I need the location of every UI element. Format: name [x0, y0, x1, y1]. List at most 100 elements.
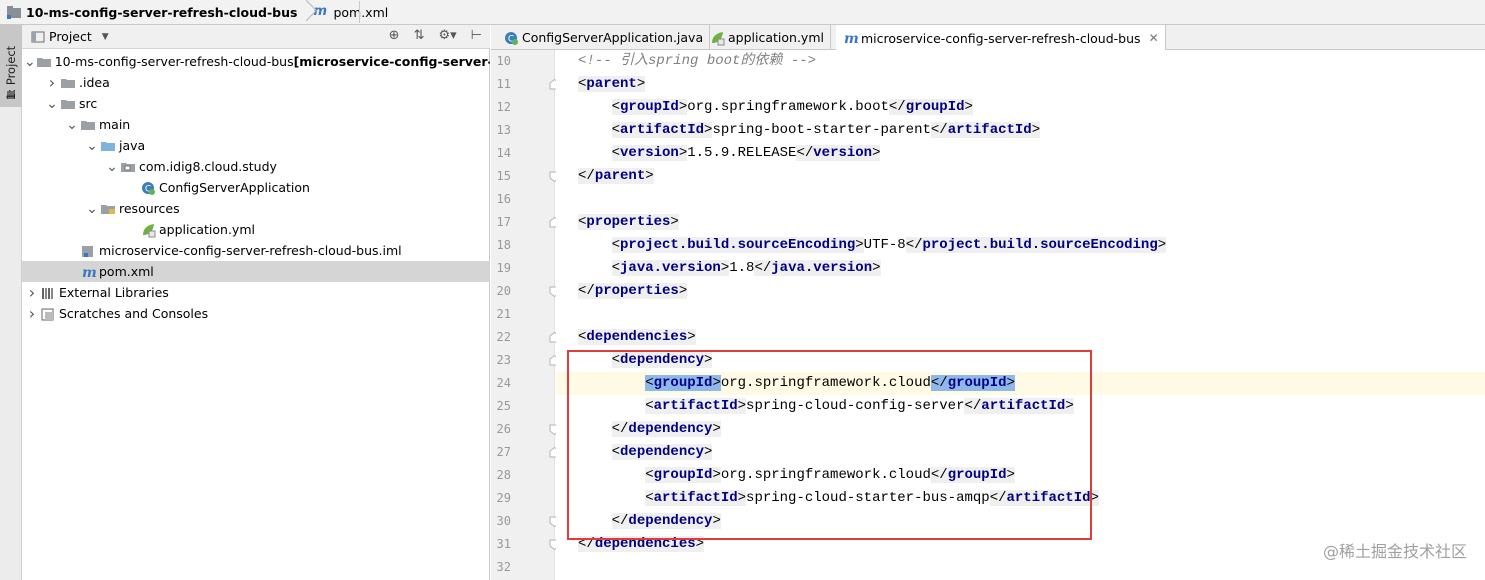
tree-item[interactable]: ⌄ java — [22, 135, 490, 156]
breadcrumb-file[interactable]: m pom.xml — [313, 0, 388, 25]
editor-tab[interactable]: m microservice-config-server-refresh-clou… — [836, 25, 1166, 51]
tree-item-label: .idea — [79, 75, 110, 90]
package-icon — [120, 159, 136, 175]
line-number: 10 — [496, 54, 511, 68]
line-number: 18 — [496, 238, 511, 252]
tree-item[interactable]: m pom.xml — [22, 261, 490, 282]
line-number: 11 — [496, 77, 511, 91]
navigation-bar: 10-ms-config-server-refresh-cloud-bus m … — [0, 0, 1485, 25]
line-number: 27 — [496, 445, 511, 459]
chevron-down-icon[interactable]: ⌄ — [104, 160, 120, 174]
tree-item[interactable]: ⌄ 10-ms-config-server-refresh-cloud-bus [… — [22, 51, 490, 72]
chevron-down-icon[interactable]: ⌄ — [24, 55, 36, 69]
project-view-icon — [30, 29, 46, 45]
code-line[interactable]: <groupId>org.springframework.boot</group… — [556, 96, 1485, 119]
tree-item[interactable]: ⌄ resources — [22, 198, 490, 219]
tree-item-label: ConfigServerApplication — [159, 180, 310, 195]
chevron-right-icon[interactable]: › — [24, 283, 40, 302]
breadcrumb-file-label: pom.xml — [333, 4, 389, 20]
gear-icon[interactable]: ⚙▾ — [438, 28, 456, 43]
highlight-annotation-box — [567, 350, 1092, 540]
editor-tab-label: ConfigServerApplication.java — [522, 30, 704, 45]
iml-icon — [80, 243, 96, 259]
breadcrumb-project-label: 10-ms-config-server-refresh-cloud-bus — [26, 4, 298, 20]
line-number: 24 — [496, 376, 511, 390]
scratches-icon — [40, 306, 56, 322]
tree-item-module-name: [microservice-config-server-refre — [293, 54, 490, 69]
tree-item-label: java — [119, 138, 146, 153]
code-line[interactable]: </parent> — [556, 165, 1485, 188]
line-number: 30 — [496, 514, 511, 528]
code-line[interactable]: <properties> — [556, 211, 1485, 234]
project-panel: Project ▼ ⊕ ⇅ ⚙▾ ⊢ ⌄ 10-ms-config-server-… — [22, 25, 490, 580]
class-icon: C — [140, 180, 156, 196]
code-line[interactable]: <version>1.5.9.RELEASE</version> — [556, 142, 1485, 165]
tree-item[interactable]: application.yml — [22, 219, 490, 240]
line-number: 32 — [496, 560, 511, 574]
code-line[interactable]: <project.build.sourceEncoding>UTF-8</pro… — [556, 234, 1485, 257]
locate-file-icon[interactable]: ⊕ — [389, 28, 400, 43]
tree-item[interactable]: ⌄ com.idig8.cloud.study — [22, 156, 490, 177]
breadcrumb-project[interactable]: 10-ms-config-server-refresh-cloud-bus — [6, 0, 297, 25]
code-line[interactable]: </properties> — [556, 280, 1485, 303]
line-number: 20 — [496, 284, 511, 298]
chevron-down-icon[interactable]: ⌄ — [84, 139, 100, 153]
line-number: 25 — [496, 399, 511, 413]
spring-yml-icon — [140, 222, 156, 238]
spring-yml-icon — [709, 30, 725, 46]
tree-item-label: Scratches and Consoles — [59, 306, 209, 321]
code-line[interactable] — [556, 188, 1485, 211]
tree-item-label: com.idig8.cloud.study — [139, 159, 277, 174]
line-number: 13 — [496, 123, 511, 137]
line-number: 19 — [496, 261, 511, 275]
line-number: 16 — [496, 192, 511, 206]
chevron-down-icon[interactable]: ⌄ — [44, 97, 60, 111]
maven-icon: m — [313, 4, 327, 19]
svg-text:m: m — [82, 265, 96, 280]
tool-window-stripe — [0, 25, 22, 580]
collapse-all-icon[interactable]: ⇅ — [414, 28, 425, 43]
chevron-right-icon[interactable]: › — [24, 304, 40, 323]
chevron-down-icon[interactable]: ⌄ — [64, 118, 80, 132]
line-number: 14 — [496, 146, 511, 160]
line-number: 21 — [496, 307, 511, 321]
editor-gutter: 10 11 12 13 14 15 16 17 18 19 20 21 22 23 24 25 26 27 28 29… — [491, 50, 560, 580]
code-line[interactable]: <artifactId>spring-boot-starter-parent</… — [556, 119, 1485, 142]
code-line[interactable]: <dependencies> — [556, 326, 1485, 349]
tree-item[interactable]: C ConfigServerApplication — [22, 177, 490, 198]
tree-item[interactable]: › Scratches and Consoles — [22, 303, 490, 324]
tree-item-label: pom.xml — [99, 264, 154, 279]
tree-item[interactable]: › External Libraries — [22, 282, 490, 303]
line-number: 29 — [496, 491, 511, 505]
tree-item-label: main — [99, 117, 131, 132]
project-tool-label: 1: Project — [4, 45, 18, 100]
maven-icon: m — [842, 30, 859, 47]
line-number: 26 — [496, 422, 511, 436]
line-number: 31 — [496, 537, 511, 551]
tree-item-label: resources — [119, 201, 180, 216]
chevron-down-icon: ▼ — [101, 31, 109, 42]
editor-tab-label: microservice-config-server-refresh-cloud… — [861, 30, 1141, 46]
hide-panel-icon[interactable]: ⊢ — [471, 28, 482, 43]
editor-tab[interactable]: C ConfigServerApplication.java — [497, 25, 711, 50]
code-line[interactable] — [556, 303, 1485, 326]
chevron-right-icon[interactable]: › — [44, 73, 60, 92]
code-line[interactable]: <java.version>1.8</java.version> — [556, 257, 1485, 280]
tree-item[interactable]: microservice-config-server-refresh-cloud… — [22, 240, 490, 261]
maven-icon: m — [80, 264, 97, 281]
tree-item[interactable]: ⌄ src — [22, 93, 490, 114]
chevron-down-icon[interactable]: ⌄ — [84, 202, 100, 216]
line-number: 15 — [496, 169, 511, 183]
editor-tab[interactable]: application.yml — [703, 25, 831, 50]
tree-item[interactable]: ⌄ main — [22, 114, 490, 135]
project-panel-header: Project ▼ ⊕ ⇅ ⚙▾ ⊢ — [22, 25, 490, 49]
close-icon[interactable]: ✕ — [1149, 31, 1159, 45]
project-view-selector[interactable]: Project ▼ — [22, 29, 109, 45]
line-number: 22 — [496, 330, 511, 344]
project-folder-icon — [6, 4, 22, 20]
code-line[interactable]: <parent> — [556, 73, 1485, 96]
folder-icon — [80, 117, 96, 133]
code-line[interactable]: <!-- 引入spring boot的依赖 --> — [556, 50, 1485, 73]
tree-item[interactable]: › .idea — [22, 72, 490, 93]
source-folder-icon — [100, 138, 116, 154]
